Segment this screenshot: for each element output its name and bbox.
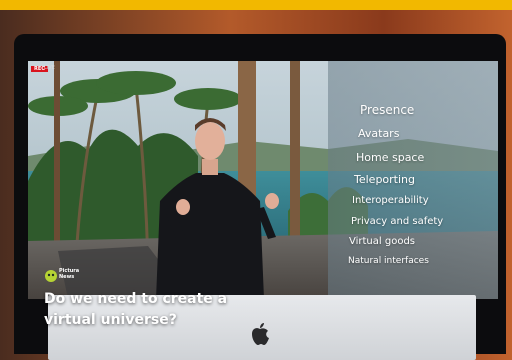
topic-presence: Presence xyxy=(360,103,415,117)
topic-privacy-and-safety: Privacy and safety xyxy=(351,216,444,227)
source-logo-text: Pictura News xyxy=(59,268,80,280)
topic-avatars: Avatars xyxy=(358,127,400,140)
topic-virtual-goods: Virtual goods xyxy=(349,236,415,247)
topic-home-space: Home space xyxy=(356,151,425,164)
apple-logo-icon xyxy=(252,323,269,345)
top-stripe xyxy=(0,0,512,10)
headline-line-2: virtual universe? xyxy=(44,312,177,328)
monitor-screen: Presence Avatars Home space Teleporting … xyxy=(28,61,498,299)
presentation-topic-list: Presence Avatars Home space Teleporting … xyxy=(28,61,498,299)
headline-line-1: Do we need to create a xyxy=(44,291,228,307)
topic-interoperability: Interoperability xyxy=(352,195,429,206)
topic-natural-interfaces: Natural interfaces xyxy=(348,256,429,266)
live-label: LIVE xyxy=(44,65,55,71)
topic-teleporting: Teleporting xyxy=(354,173,415,186)
